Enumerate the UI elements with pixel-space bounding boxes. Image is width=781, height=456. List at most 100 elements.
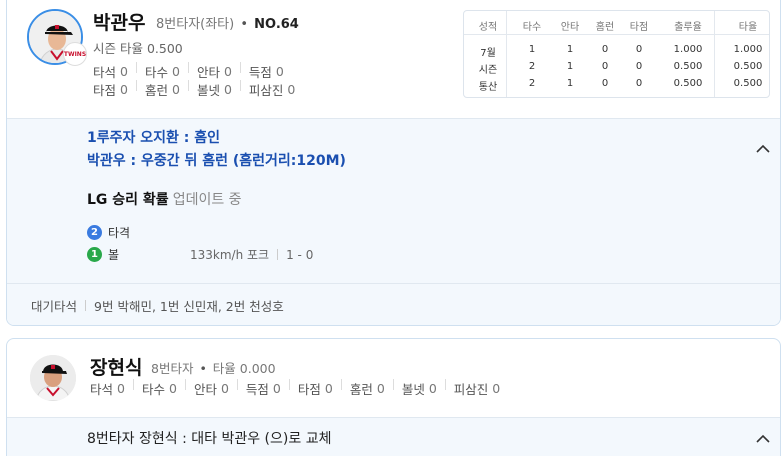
divider — [187, 80, 189, 91]
stat-value: 0 — [376, 381, 385, 396]
table-cell: 0.500 — [733, 61, 763, 72]
pitch-number-badge: 2 — [87, 224, 102, 240]
table-cell: 0.500 — [673, 78, 703, 89]
batter-header: TWINS 박관우 8번타자(좌타) • NO.64 시즌 타율 0.500 타… — [7, 0, 780, 118]
table-row: 통산 2 1 0 0 0.500 0.500 — [464, 78, 769, 94]
stat-runs: 득점 0 — [249, 62, 284, 81]
win-probability: LG 승리 확률 업데이트 중 — [87, 189, 242, 209]
divider — [239, 62, 241, 73]
table-cell: 0.500 — [733, 78, 763, 89]
stat-hits: 안타 0 — [194, 379, 229, 398]
team-logo-text: TWINS — [63, 50, 87, 58]
divider — [85, 299, 87, 311]
collapse-button[interactable] — [755, 431, 771, 447]
header-cell: 출루율 — [674, 22, 702, 33]
team-logo-icon: TWINS — [63, 42, 87, 66]
header-cell: 안타 — [560, 22, 580, 33]
stat-value: 0 — [168, 381, 177, 396]
batter-name[interactable]: 장현식 — [90, 353, 142, 380]
stat-label: 득점 — [248, 65, 272, 80]
stat-ab: 타수 0 — [145, 62, 180, 81]
table-cell: 시즌 — [478, 65, 498, 76]
stat-label: 타점 — [297, 382, 321, 397]
table-cell: 0 — [635, 61, 643, 72]
divider — [288, 379, 290, 390]
play-text-runner: 1루주자 오지환 : 홈인 — [87, 130, 221, 146]
player-photo[interactable] — [30, 355, 76, 401]
divider — [236, 379, 238, 390]
table-row: 7월 1 1 0 0 1.000 1.000 — [464, 44, 769, 60]
table-cell: 0.500 — [673, 61, 703, 72]
meta-dot: • — [199, 361, 207, 376]
stat-label: 타석 — [93, 65, 117, 80]
on-deck-players: 9번 박해민, 1번 신민재, 2번 천성호 — [94, 298, 284, 314]
collapse-button[interactable] — [755, 141, 771, 157]
stat-value: 0 — [120, 64, 128, 79]
divider — [392, 379, 394, 390]
table-cell: 0 — [635, 78, 643, 89]
stat-label: 안타 — [196, 65, 220, 80]
pitch-result: 볼 — [108, 247, 120, 262]
stat-value: 0 — [171, 82, 180, 97]
header-cell: 타율 — [738, 22, 758, 33]
stat-label: 득점 — [245, 382, 269, 397]
player-silhouette-icon — [30, 355, 76, 401]
stat-label: 타점 — [93, 83, 117, 98]
stat-value: 0 — [287, 82, 296, 97]
table-cell: 1 — [566, 44, 574, 55]
uniform-number: NO.64 — [254, 17, 299, 32]
chevron-up-icon — [756, 144, 770, 153]
stat-pa: 타석 0 — [90, 379, 125, 398]
pitch-speed-type: 133km/h 포크 — [190, 248, 270, 262]
stat-so: 피삼진 0 — [454, 379, 500, 398]
batter-name[interactable]: 박관우 — [93, 8, 145, 35]
batting-order: 8번타자 — [151, 361, 194, 376]
record-table-header: 성적 타수 안타 홈런 타점 출루율 타율 — [464, 11, 769, 35]
stat-label: 볼넷 — [401, 382, 425, 397]
stat-label: 피삼진 — [453, 382, 489, 397]
stat-label: 타수 — [141, 382, 165, 397]
stat-value: 0 — [223, 64, 232, 79]
stat-value: 0 — [272, 381, 281, 396]
batting-order: 8번타자(좌타) — [156, 17, 235, 32]
stat-value: 0 — [171, 64, 180, 79]
stat-value: 0 — [492, 381, 501, 396]
game-stats-row-2: 타점 0 홈런 0 볼넷 0 피삼진 0 — [93, 80, 295, 99]
pitch-item: 2 타격 — [87, 224, 130, 240]
table-cell: 1.000 — [733, 44, 763, 55]
table-cell: 1.000 — [673, 44, 703, 55]
divider — [277, 249, 279, 260]
substitution-panel: 8번타자 장현식 : 대타 박관우 (으)로 교체 — [7, 417, 780, 456]
divider — [135, 80, 137, 91]
divider — [187, 62, 189, 73]
play-text-batter: 박관우 : 우중간 뒤 홈런 (홈런거리:120M) — [87, 153, 346, 169]
stat-label: 타수 — [144, 65, 168, 80]
batter-average: 타율 0.000 — [212, 361, 276, 376]
table-cell: 1 — [528, 44, 536, 55]
meta-dot: • — [240, 17, 249, 32]
batter-meta: 8번타자(좌타) • NO.64 — [156, 13, 299, 32]
play-by-play-page: TWINS 박관우 8번타자(좌타) • NO.64 시즌 타율 0.500 타… — [0, 0, 781, 456]
header-cell: 타점 — [629, 22, 649, 33]
batter-card-park: TWINS 박관우 8번타자(좌타) • NO.64 시즌 타율 0.500 타… — [6, 0, 781, 326]
stat-label: 볼넷 — [196, 83, 220, 98]
stat-label: 피삼진 — [248, 83, 284, 98]
batter-meta: 8번타자 • 타율 0.000 — [151, 358, 276, 377]
table-row: 시즌 2 1 0 0 0.500 0.500 — [464, 61, 769, 77]
divider — [444, 379, 446, 390]
pitch-number-badge: 1 — [87, 246, 102, 262]
stat-so: 피삼진 0 — [249, 80, 295, 99]
stat-label: 홈런 — [349, 382, 373, 397]
stat-value: 0 — [428, 381, 437, 396]
table-cell: 1 — [566, 61, 574, 72]
stat-rbi: 타점 0 — [93, 80, 128, 99]
record-table: 성적 타수 안타 홈런 타점 출루율 타율 7월 1 1 0 0 1.000 1… — [463, 10, 770, 98]
stat-label: 타석 — [90, 382, 114, 397]
stat-hr: 홈런 0 — [350, 379, 385, 398]
substitution-text: 8번타자 장현식 : 대타 박관우 (으)로 교체 — [87, 431, 332, 447]
on-deck-label: 대기타석 — [31, 298, 78, 314]
header-cell: 타수 — [522, 22, 542, 33]
table-cell: 1 — [566, 78, 574, 89]
stat-runs: 득점 0 — [246, 379, 281, 398]
pitch-detail: 133km/h 포크 1 - 0 — [190, 246, 313, 263]
